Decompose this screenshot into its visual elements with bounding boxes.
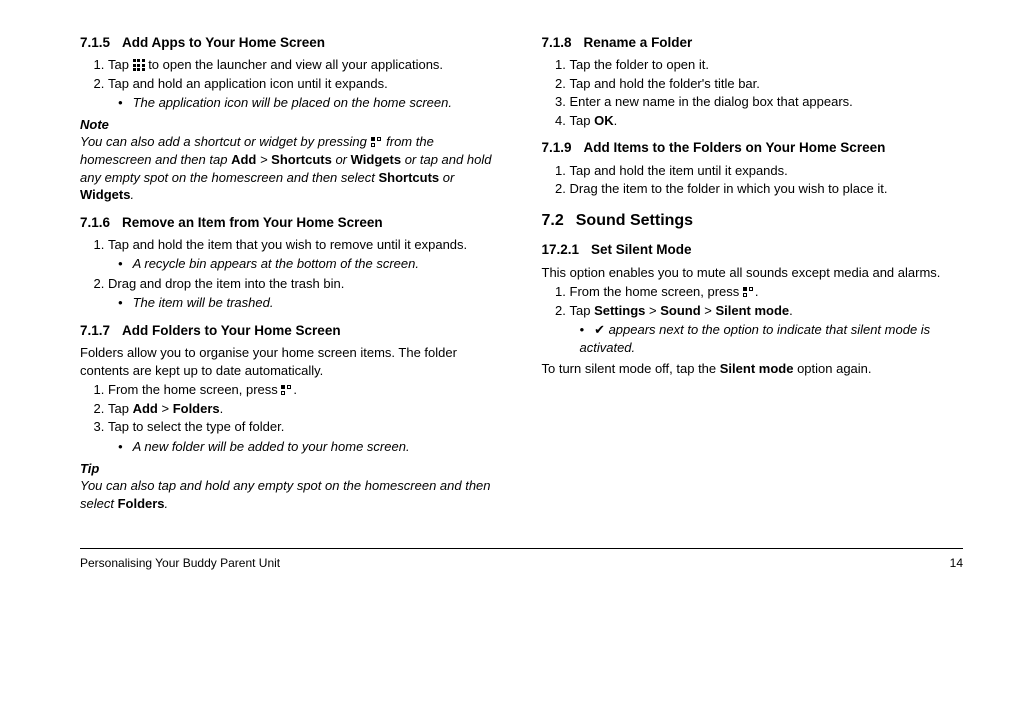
page-footer: Personalising Your Buddy Parent Unit 14 (80, 548, 963, 571)
heading-17-2-1: 17.2.1 Set Silent Mode (542, 241, 964, 259)
menu-squares-icon (743, 287, 755, 297)
steps-7-1-5: Tap to open the launcher and view all yo… (80, 56, 502, 112)
step: Tap and hold the item that you wish to r… (108, 236, 502, 273)
step: From the home screen, press . (570, 283, 964, 301)
heading-7-1-6: 7.1.6 Remove an Item from Your Home Scre… (80, 214, 502, 232)
step: Tap Add > Folders. (108, 400, 502, 418)
steps-7-1-8: Tap the folder to open it. Tap and hold … (542, 56, 964, 129)
tip-body: You can also tap and hold any empty spot… (80, 477, 502, 512)
substep: The application icon will be placed on t… (118, 94, 502, 112)
left-column: 7.1.5 Add Apps to Your Home Screen Tap t… (80, 24, 502, 518)
note-body: You can also add a shortcut or widget by… (80, 133, 502, 203)
substep: A recycle bin appears at the bottom of t… (118, 255, 502, 273)
heading-7-2: 7.2 Sound Settings (542, 210, 964, 232)
substep: ✔ appears next to the option to indicate… (580, 321, 964, 356)
intro-17-2-1: This option enables you to mute all soun… (542, 264, 964, 282)
step: Tap to select the type of folder. A new … (108, 418, 502, 455)
heading-7-1-9: 7.1.9 Add Items to the Folders on Your H… (542, 139, 964, 157)
steps-7-1-7: From the home screen, press . Tap Add > … (80, 381, 502, 455)
step: Tap and hold the folder's title bar. (570, 75, 964, 93)
substep: A new folder will be added to your home … (118, 438, 502, 456)
heading-7-1-7: 7.1.7 Add Folders to Your Home Screen (80, 322, 502, 340)
steps-7-1-9: Tap and hold the item until it expands. … (542, 162, 964, 198)
menu-squares-icon (371, 137, 383, 147)
page-number: 14 (950, 555, 963, 571)
step: Tap and hold an application icon until i… (108, 75, 502, 112)
step: Tap the folder to open it. (570, 56, 964, 74)
note-label: Note (80, 116, 502, 134)
checkmark-icon: ✔ (594, 322, 605, 337)
step: Tap OK. (570, 112, 964, 130)
step: Tap Settings > Sound > Silent mode. ✔ ap… (570, 302, 964, 357)
step: Enter a new name in the dialog box that … (570, 93, 964, 111)
steps-7-1-6: Tap and hold the item that you wish to r… (80, 236, 502, 312)
content-columns: 7.1.5 Add Apps to Your Home Screen Tap t… (80, 24, 963, 518)
footer-divider (80, 548, 963, 549)
step: Tap to open the launcher and view all yo… (108, 56, 502, 74)
menu-squares-icon (281, 385, 293, 395)
intro-7-1-7: Folders allow you to organise your home … (80, 344, 502, 379)
step: Tap and hold the item until it expands. (570, 162, 964, 180)
substep: The item will be trashed. (118, 294, 502, 312)
right-column: 7.1.8 Rename a Folder Tap the folder to … (542, 24, 964, 518)
step: Drag and drop the item into the trash bi… (108, 275, 502, 312)
footer-title: Personalising Your Buddy Parent Unit (80, 555, 280, 571)
step: Drag the item to the folder in which you… (570, 180, 964, 198)
heading-7-1-8: 7.1.8 Rename a Folder (542, 34, 964, 52)
heading-7-1-5: 7.1.5 Add Apps to Your Home Screen (80, 34, 502, 52)
apps-grid-icon (133, 59, 145, 71)
outro-17-2-1: To turn silent mode off, tap the Silent … (542, 360, 964, 378)
tip-label: Tip (80, 460, 502, 478)
steps-17-2-1: From the home screen, press . Tap Settin… (542, 283, 964, 356)
step: From the home screen, press . (108, 381, 502, 399)
